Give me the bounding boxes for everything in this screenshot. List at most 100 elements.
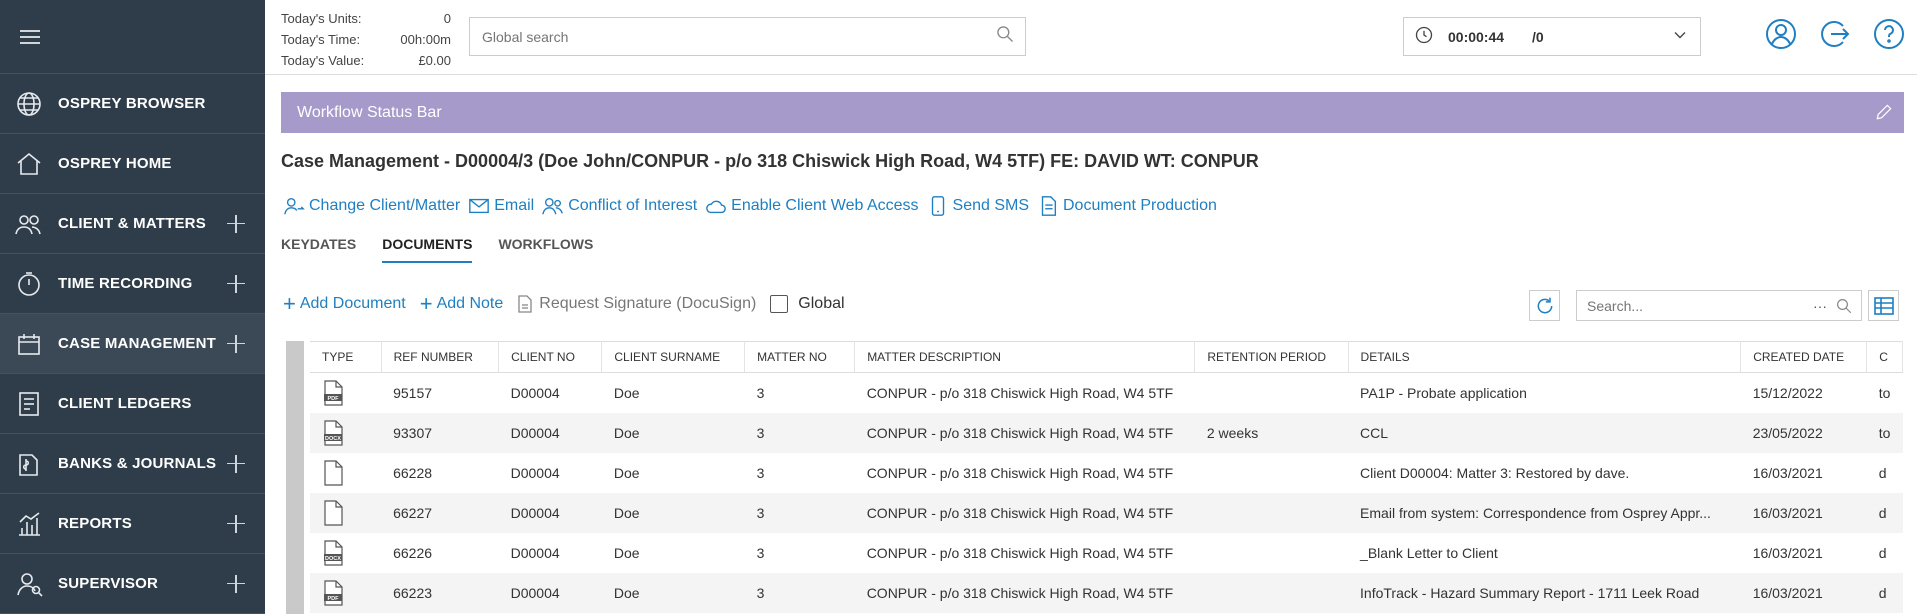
value-value: £0.00	[418, 53, 451, 68]
column-header-retention-period[interactable]: RETENTION PERIOD	[1194, 341, 1349, 373]
document-icon	[1041, 196, 1057, 216]
value-label: Today's Value:	[281, 53, 365, 68]
documents-table: TYPE REF NUMBER CLIENT NO CLIENT SURNAME MAT…	[310, 341, 1903, 613]
column-header-created-date[interactable]: CREATED DATE	[1740, 341, 1868, 373]
request-signature-button[interactable]: Request Signature (DocuSign)	[517, 295, 756, 313]
column-chooser-button[interactable]	[1868, 290, 1899, 321]
docx-file-icon[interactable]: DOCX	[322, 419, 344, 446]
sidebar-item-banks-journals[interactable]: BANKS & JOURNALS	[0, 434, 265, 494]
type-cell[interactable]: DOCX	[310, 412, 382, 453]
expand-plus-icon[interactable]	[227, 574, 245, 593]
type-cell[interactable]: PDF	[310, 373, 381, 413]
matter-description-cell: CONPUR - p/o 318 Chiswick High Road, W4 …	[854, 412, 1195, 453]
sidebar-item-label: TIME RECORDING	[58, 275, 193, 292]
global-search-input[interactable]	[480, 27, 995, 46]
details-cell: Client D00004: Matter 3: Restored by dav…	[1360, 464, 1630, 481]
expand-plus-icon[interactable]	[227, 274, 245, 293]
expand-plus-icon[interactable]	[227, 454, 245, 473]
change-client-matter-link[interactable]: Change Client/Matter	[283, 195, 460, 217]
ref-number-cell: 66227	[381, 492, 499, 533]
sidebar-item-case-management[interactable]: CASE MANAGEMENT	[0, 314, 265, 374]
pdf-file-icon[interactable]: PDF	[322, 579, 344, 606]
logout-icon[interactable]	[1819, 18, 1851, 50]
pdf-file-icon[interactable]: PDF	[322, 380, 344, 406]
sidebar-item-osprey-browser[interactable]: OSPREY BROWSER	[0, 74, 265, 134]
bank-icon	[0, 450, 58, 478]
global-search-box	[469, 17, 1026, 56]
add-document-button[interactable]: + Add Document	[283, 293, 406, 315]
file-icon[interactable]	[322, 499, 344, 526]
supervisor-icon	[0, 570, 58, 598]
expand-plus-icon[interactable]	[227, 334, 245, 353]
global-checkbox[interactable]	[770, 295, 789, 313]
column-header-details[interactable]: DETAILS	[1348, 341, 1742, 373]
search-icon[interactable]	[995, 24, 1015, 49]
type-cell[interactable]: PDF	[310, 572, 382, 613]
document-production-link[interactable]: Document Production	[1037, 195, 1217, 217]
tab-workflows[interactable]: WORKFLOWS	[498, 236, 593, 263]
edit-icon[interactable]	[1874, 102, 1894, 127]
documents-search-input[interactable]	[1585, 296, 1813, 315]
calendar-icon	[0, 330, 58, 358]
search-icon[interactable]	[1835, 297, 1853, 315]
tab-documents[interactable]: DOCUMENTS	[382, 236, 473, 263]
add-note-button[interactable]: + Add Note	[420, 293, 504, 315]
conflict-of-interest-link[interactable]: Conflict of Interest	[542, 195, 697, 217]
units-value: 0	[443, 11, 451, 26]
page-title: Case Management - D00004/3 (Doe John/CON…	[281, 151, 1259, 171]
enable-client-web-access-link[interactable]: Enable Client Web Access	[705, 195, 919, 217]
expand-plus-icon[interactable]	[227, 514, 245, 533]
stopwatch-icon	[0, 270, 58, 298]
ref-number-cell: 93307	[381, 412, 499, 453]
email-link[interactable]: Email	[468, 195, 534, 217]
sidebar-item-reports[interactable]: REPORTS	[0, 494, 265, 554]
column-header-c[interactable]: C	[1866, 341, 1903, 373]
sidebar-item-client-matters[interactable]: CLIENT & MATTERS	[0, 194, 265, 254]
type-cell[interactable]: DOCX	[310, 533, 381, 573]
chevron-down-icon[interactable]	[1670, 25, 1690, 48]
file-icon[interactable]	[322, 459, 344, 486]
table-row[interactable]: PDF 66223 D00004 Doe 3 CONPUR - p/o 318 Chisw…	[310, 572, 1903, 613]
refresh-button[interactable]	[1529, 290, 1560, 321]
table-row[interactable]: 66227 D00004 Doe 3 CONPUR - p/o 318 Chiswick…	[310, 492, 1903, 533]
global-checkbox-label: Global	[798, 295, 845, 312]
docx-file-icon[interactable]: DOCX	[322, 539, 344, 566]
matter-description-cell: CONPUR - p/o 318 Chiswick High Road, W4 …	[866, 464, 1174, 481]
hamburger-icon[interactable]	[20, 26, 40, 48]
column-header-matter-no[interactable]: MATTER NO	[744, 341, 856, 373]
retention-period-cell	[1195, 533, 1348, 573]
table-row[interactable]: DOCX 93307 D00004 Doe 3 CONPUR - p/o 318 Chis…	[310, 412, 1903, 453]
sidebar-item-label: BANKS & JOURNALS	[58, 455, 217, 472]
client-no-cell: D00004	[510, 464, 560, 481]
sidebar-item-osprey-home[interactable]: OSPREY HOME	[0, 134, 265, 194]
column-header-client-surname[interactable]: CLIENT SURNAME	[601, 341, 746, 373]
timer-dropdown[interactable]: 00:00:44 /0	[1403, 17, 1701, 56]
column-header-ref-number[interactable]: REF NUMBER	[381, 341, 500, 373]
matter-no-cell: 3	[744, 492, 855, 533]
sidebar-item-client-ledgers[interactable]: CLIENT LEDGERS	[0, 374, 265, 434]
column-header-type[interactable]: TYPE	[310, 341, 382, 373]
created-date-cell: 15/12/2022	[1752, 384, 1823, 401]
type-cell[interactable]	[310, 453, 381, 493]
table-row[interactable]: 66228 D00004 Doe 3 CONPUR - p/o 318 Chiswick…	[310, 453, 1903, 493]
help-icon[interactable]	[1873, 18, 1905, 50]
column-header-client-no[interactable]: CLIENT NO	[498, 341, 603, 373]
ref-number-cell: 66226	[393, 544, 433, 561]
home-icon	[0, 150, 58, 178]
type-cell[interactable]	[310, 492, 382, 533]
menu-toggle[interactable]	[0, 0, 265, 74]
table-row[interactable]: PDF 95157 D00004 Doe 3 CONPUR - p/o 318 Chisw…	[310, 373, 1903, 413]
ledger-icon	[0, 390, 58, 418]
row-gutter	[286, 341, 304, 614]
expand-plus-icon[interactable]	[227, 214, 245, 233]
tab-keydates[interactable]: KEYDATES	[281, 236, 356, 263]
sidebar-item-label: OSPREY HOME	[58, 155, 172, 172]
client-no-cell: D00004	[498, 412, 602, 453]
table-row[interactable]: DOCX 66226 D00004 Doe 3 CONPUR - p/o 318 Chis…	[310, 533, 1903, 573]
sidebar-item-supervisor[interactable]: SUPERVISOR	[0, 554, 265, 614]
user-profile-icon[interactable]	[1765, 18, 1797, 50]
sidebar-item-time-recording[interactable]: TIME RECORDING	[0, 254, 265, 314]
column-header-matter-description[interactable]: MATTER DESCRIPTION	[854, 341, 1196, 373]
more-options-icon[interactable]: ···	[1813, 298, 1827, 314]
send-sms-link[interactable]: Send SMS	[927, 195, 1029, 217]
